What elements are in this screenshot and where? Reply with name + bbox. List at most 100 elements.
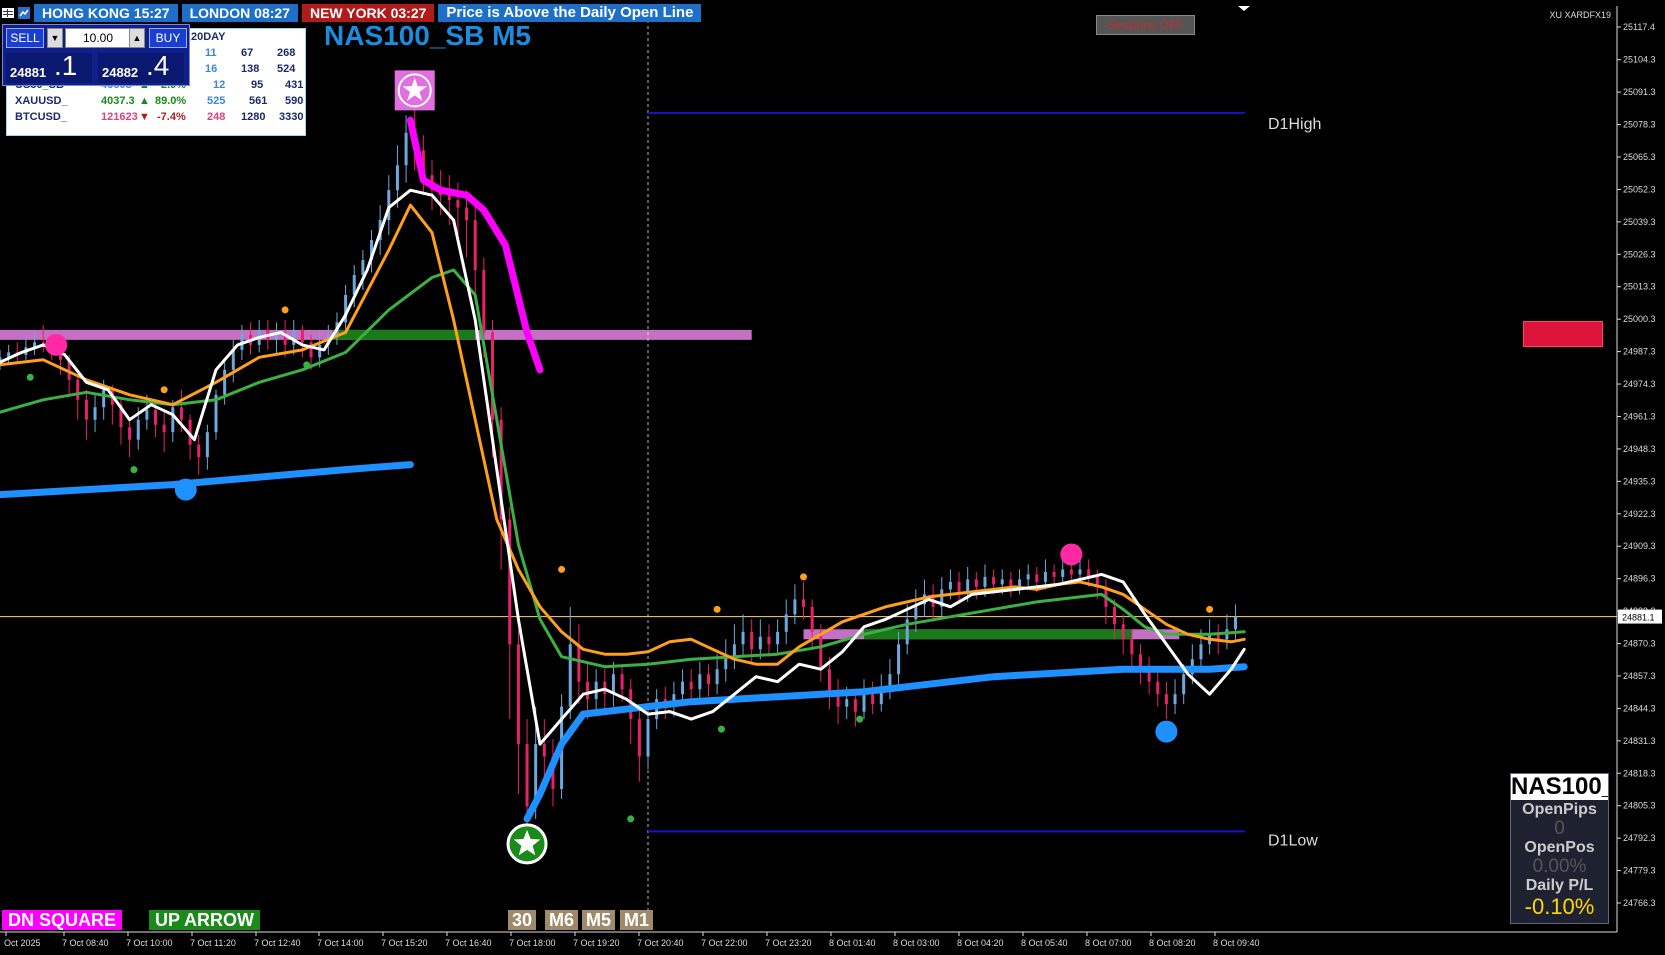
stats-v3: 590	[285, 95, 304, 107]
alert-box[interactable]	[1523, 321, 1603, 347]
candle-body	[525, 744, 529, 807]
sessions-toggle-button[interactable]: Sessions OFF	[1096, 15, 1195, 35]
x-tick-label: 7 Oct 10:00	[126, 938, 173, 948]
timeframe-button-30[interactable]: 30	[508, 910, 537, 930]
signal-small-dot	[856, 715, 864, 723]
candle-body	[1026, 574, 1030, 580]
timeframe-button-m1[interactable]: M1	[620, 910, 654, 930]
lot-increase-icon[interactable]: ▲	[129, 28, 145, 48]
candle-body	[1164, 694, 1168, 705]
lot-size-input[interactable]: 10.00	[65, 28, 131, 48]
candle-body	[395, 165, 399, 191]
candle-body	[456, 200, 460, 208]
lot-decrease-icon[interactable]: ▼	[47, 28, 63, 48]
candle-body	[162, 424, 166, 433]
y-tick-label: 25065.3	[1623, 152, 1656, 162]
candle-body	[318, 344, 322, 358]
stats-v1: 248	[207, 111, 226, 123]
bid-main: 24881	[10, 65, 47, 80]
candle-body	[145, 409, 149, 420]
candle-body	[465, 207, 469, 221]
pips-panel-title: NAS100_S	[1511, 774, 1608, 800]
price-chart[interactable]: D1High D1Low 25117.4 25104.3 25091.3 25078.3…	[0, 0, 1665, 955]
signal-dot	[1060, 543, 1083, 566]
open-pips-value: 0	[1554, 818, 1565, 839]
bid-price-button[interactable]: 24881 .1	[6, 50, 92, 83]
ask-main: 24882	[102, 65, 139, 80]
open-pos-value: 0.00%	[1532, 856, 1587, 877]
bid-tail: .1	[54, 50, 78, 81]
candle-body	[447, 195, 451, 201]
candle-body	[76, 379, 80, 400]
y-tick-label: 24844.3	[1623, 703, 1656, 713]
candle-body	[871, 694, 875, 705]
clock-city: NEW YORK	[309, 5, 387, 21]
candle-body	[586, 681, 590, 700]
candle-body	[706, 674, 710, 685]
candle-body	[102, 389, 106, 408]
x-tick-label: 8 Oct 07:00	[1085, 938, 1132, 948]
y-tick-label: 24870.3	[1623, 639, 1656, 649]
candle-body	[1130, 639, 1134, 655]
candle-body	[223, 369, 227, 395]
y-tick-label: 25104.3	[1623, 55, 1656, 65]
y-tick-label: 24792.3	[1623, 833, 1656, 843]
x-tick-label: 7 Oct 23:20	[765, 938, 812, 948]
ask-price-button[interactable]: 24882 .4	[98, 50, 184, 83]
candle-body	[171, 407, 175, 433]
candle-body	[577, 644, 581, 682]
candle-body	[741, 631, 745, 645]
candle-body	[1173, 694, 1177, 705]
candle-body	[93, 407, 97, 420]
clock-time: 15:27	[133, 5, 170, 21]
x-tick-label: 7 Oct 11:20	[190, 938, 236, 948]
x-tick-label: 8 Oct 08:20	[1149, 938, 1196, 948]
broker-label: XU XARDFX19	[1549, 10, 1611, 20]
candle-body	[508, 519, 512, 645]
stats-v1: 16	[205, 63, 218, 75]
candle-body	[983, 576, 987, 587]
candle-body	[646, 719, 650, 757]
signal-small-dot	[558, 565, 566, 573]
candle-body	[793, 599, 797, 615]
stats-v2: 1280	[241, 111, 266, 123]
buy-button[interactable]: BUY	[149, 28, 187, 48]
down-triangle-icon: ▼	[139, 111, 150, 123]
x-tick-label: 7 Oct 18:00	[509, 938, 556, 948]
candle-body	[681, 681, 685, 695]
signal-dot	[45, 333, 68, 356]
candle-body	[154, 409, 158, 425]
candle-body	[853, 699, 857, 712]
chart-icon[interactable]	[18, 7, 30, 19]
stats-header: 20DAY	[191, 31, 226, 43]
x-tick-label: 7 Oct 15:20	[381, 938, 428, 948]
candle-body	[179, 407, 183, 420]
stats-v2: 561	[249, 95, 268, 107]
sell-button[interactable]: SELL	[6, 28, 44, 48]
clock-hong-kong: HONG KONG 15:27	[34, 4, 178, 22]
x-tick-label: 7 Oct 12:40	[254, 938, 301, 948]
candle-body	[948, 581, 952, 590]
stats-price: 121623	[101, 111, 138, 123]
y-tick-label: 24922.3	[1623, 509, 1656, 519]
y-tick-label: 25052.3	[1623, 184, 1656, 194]
candle-body	[1156, 681, 1160, 695]
candle-body	[957, 581, 961, 592]
candle-body	[516, 644, 520, 745]
candle-body	[1234, 616, 1238, 630]
signal-small-dot	[303, 361, 311, 369]
symbol-watermark: NAS100_SB M5	[324, 20, 531, 51]
daily-pl-value: -0.10%	[1524, 894, 1595, 919]
clock-time: 03:27	[390, 5, 427, 21]
y-tick-label: 24961.3	[1623, 411, 1656, 421]
y-tick-label: 24948.3	[1623, 444, 1656, 454]
stats-v3: 524	[277, 63, 296, 75]
grid-icon[interactable]	[2, 7, 14, 19]
timeframe-button-m6[interactable]: M6	[545, 910, 579, 930]
candle-body	[637, 719, 641, 757]
candle-body	[205, 432, 209, 458]
timeframe-button-m5[interactable]: M5	[582, 910, 616, 930]
x-tick-label: Oct 2025	[4, 938, 41, 948]
stats-v2: 67	[241, 47, 254, 59]
candle-body	[1121, 624, 1125, 640]
